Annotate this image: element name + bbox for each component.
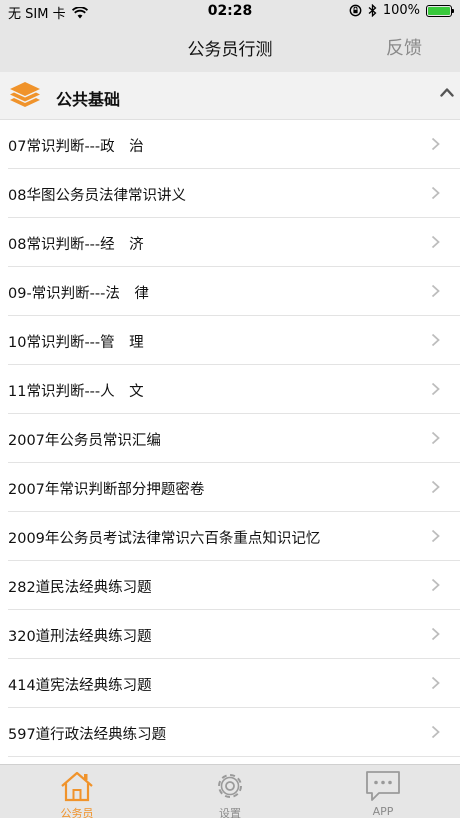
list-item-label: 08华图公务员法律常识讲义 [8, 188, 186, 204]
tab-label: APP [372, 805, 394, 818]
list-item[interactable]: 597道行政法经典练习题 [0, 708, 460, 757]
chevron-right-icon [431, 382, 440, 396]
bluetooth-icon [368, 4, 377, 17]
list-item-label: 11常识判断---人 文 [8, 384, 144, 400]
status-right: 100% [349, 3, 454, 18]
tab-label: 设置 [219, 807, 241, 818]
list-item[interactable]: 09-常识判断---法 律 [0, 267, 460, 316]
list-item-label: 2007年公务员常识汇编 [8, 433, 161, 449]
chevron-up-icon [440, 88, 454, 97]
list-item-label: 414道宪法经典练习题 [8, 678, 152, 694]
list-item-label: 10常识判断---管 理 [8, 335, 144, 351]
chat-bubble-icon [366, 771, 400, 801]
chevron-right-icon [431, 627, 440, 641]
chevron-right-icon [431, 725, 440, 739]
list-item[interactable]: 414道宪法经典练习题 [0, 659, 460, 708]
battery-percent: 100% [382, 3, 420, 18]
list-item[interactable]: 2007年常识判断部分押题密卷 [0, 463, 460, 512]
nav-bar: 公务员行测 反馈 [0, 22, 460, 72]
tab-bar: 公务员 设置 APP [0, 764, 460, 818]
list-item-label: 597道行政法经典练习题 [8, 727, 167, 743]
feedback-button[interactable]: 反馈 [386, 34, 422, 60]
section-title: 公共基础 [56, 90, 121, 109]
chevron-right-icon [431, 529, 440, 543]
list-item[interactable]: 07常识判断---政 治 [0, 120, 460, 169]
list-item[interactable]: 08华图公务员法律常识讲义 [0, 169, 460, 218]
chevron-right-icon [431, 333, 440, 347]
house-icon [61, 771, 93, 802]
list-item[interactable]: 08常识判断---经 济 [0, 218, 460, 267]
battery-fill [428, 6, 450, 15]
chevron-right-icon [431, 137, 440, 151]
tab-app[interactable]: APP [333, 765, 433, 818]
chevron-right-icon [431, 431, 440, 445]
list-item[interactable]: 320道刑法经典练习题 [0, 610, 460, 659]
list-item[interactable]: 2009年公务员考试法律常识六百条重点知识记忆 [0, 512, 460, 561]
list-item-label: 2009年公务员考试法律常识六百条重点知识记忆 [8, 531, 321, 547]
section-header[interactable]: 公共基础 [0, 72, 460, 120]
tab-settings[interactable]: 设置 [180, 765, 280, 818]
layers-icon [10, 82, 40, 107]
list-item-label: 08常识判断---经 济 [8, 237, 144, 253]
list-item-label: 320道刑法经典练习题 [8, 629, 152, 645]
list-item[interactable]: 11常识判断---人 文 [0, 365, 460, 414]
chevron-right-icon [431, 480, 440, 494]
list-item[interactable]: 10常识判断---管 理 [0, 316, 460, 365]
list-item[interactable]: 282道民法经典练习题 [0, 561, 460, 610]
chevron-right-icon [431, 235, 440, 249]
chevron-right-icon [431, 186, 440, 200]
list-item-label: 09-常识判断---法 律 [8, 286, 149, 302]
status-bar: 无 SIM 卡 02:28 100% [0, 0, 460, 22]
divider [8, 756, 460, 757]
chevron-right-icon [431, 578, 440, 592]
chevron-right-icon [431, 676, 440, 690]
orientation-lock-icon [349, 4, 362, 17]
battery-icon [426, 4, 454, 17]
gear-icon [218, 774, 242, 798]
list-item[interactable]: 2007年公务员常识汇编 [0, 414, 460, 463]
item-list: 07常识判断---政 治 08华图公务员法律常识讲义 08常识判断---经 济 … [0, 120, 460, 757]
list-item-label: 2007年常识判断部分押题密卷 [8, 482, 205, 498]
tab-label: 公务员 [60, 807, 94, 818]
chevron-right-icon [431, 284, 440, 298]
list-item-label: 07常识判断---政 治 [8, 139, 144, 155]
list-item-label: 282道民法经典练习题 [8, 580, 152, 596]
tab-civil-servant[interactable]: 公务员 [27, 765, 127, 818]
